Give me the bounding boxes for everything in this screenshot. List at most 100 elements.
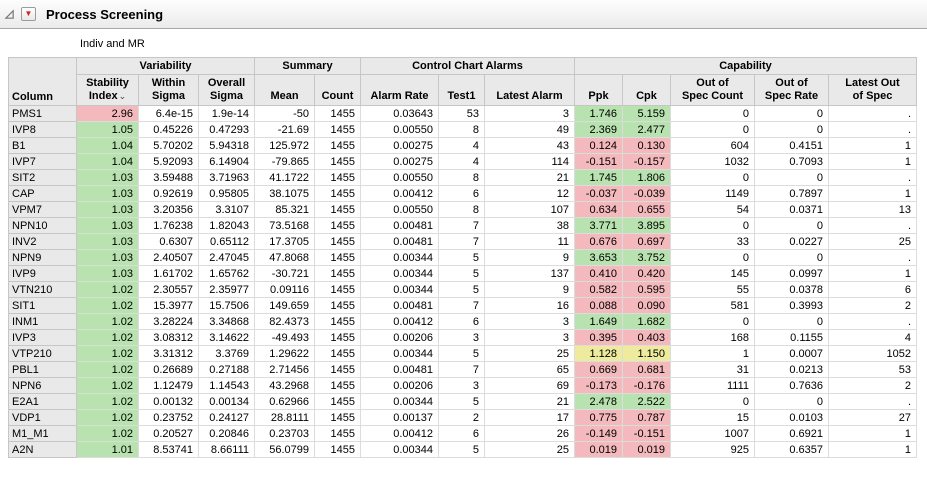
within-sigma-cell[interactable]: 2.40507	[139, 250, 199, 266]
count-cell[interactable]: 1455	[315, 250, 361, 266]
cpk-cell[interactable]: 0.655	[623, 202, 671, 218]
table-row[interactable]: E2A11.020.001320.001340.6296614550.00344…	[9, 394, 917, 410]
overall-sigma-cell[interactable]: 3.71963	[199, 170, 255, 186]
table-row[interactable]: PMS12.966.4e-151.9e-14-5014550.036435331…	[9, 106, 917, 122]
column-header-within-sigma[interactable]: Within Sigma	[139, 75, 199, 106]
latest-alarm-cell[interactable]: 3	[485, 106, 575, 122]
row-label-cell[interactable]: INV2	[9, 234, 77, 250]
row-label-cell[interactable]: VTP210	[9, 346, 77, 362]
latest-alarm-cell[interactable]: 43	[485, 138, 575, 154]
latest-alarm-cell[interactable]: 69	[485, 378, 575, 394]
row-label-cell[interactable]: VPM7	[9, 202, 77, 218]
mean-cell[interactable]: 0.62966	[255, 394, 315, 410]
latest-out-of-spec-cell[interactable]: .	[829, 218, 917, 234]
row-label-cell[interactable]: E2A1	[9, 394, 77, 410]
test1-cell[interactable]: 3	[439, 330, 485, 346]
row-label-cell[interactable]: SIT2	[9, 170, 77, 186]
latest-alarm-cell[interactable]: 17	[485, 410, 575, 426]
mean-cell[interactable]: 38.1075	[255, 186, 315, 202]
overall-sigma-cell[interactable]: 8.66111	[199, 442, 255, 458]
out-of-spec-rate-cell[interactable]: 0.0213	[755, 362, 829, 378]
out-of-spec-rate-cell[interactable]: 0	[755, 218, 829, 234]
latest-alarm-cell[interactable]: 38	[485, 218, 575, 234]
cpk-cell[interactable]: 0.403	[623, 330, 671, 346]
overall-sigma-cell[interactable]: 1.65762	[199, 266, 255, 282]
ppk-cell[interactable]: -0.149	[575, 426, 623, 442]
out-of-spec-rate-cell[interactable]: 0.0997	[755, 266, 829, 282]
table-row[interactable]: IVP81.050.452260.47293-21.6914550.005508…	[9, 122, 917, 138]
column-header-out-of-spec-rate[interactable]: Out of Spec Rate	[755, 75, 829, 106]
within-sigma-cell[interactable]: 15.3977	[139, 298, 199, 314]
alarm-rate-cell[interactable]: 0.00550	[361, 122, 439, 138]
count-cell[interactable]: 1455	[315, 298, 361, 314]
out-of-spec-rate-cell[interactable]: 0.7636	[755, 378, 829, 394]
overall-sigma-cell[interactable]: 3.3769	[199, 346, 255, 362]
cpk-cell[interactable]: 1.806	[623, 170, 671, 186]
test1-cell[interactable]: 53	[439, 106, 485, 122]
table-row[interactable]: B11.045.702025.94318125.97214550.0027544…	[9, 138, 917, 154]
within-sigma-cell[interactable]: 0.00132	[139, 394, 199, 410]
latest-out-of-spec-cell[interactable]: 1	[829, 138, 917, 154]
stability-index-cell[interactable]: 1.02	[77, 362, 139, 378]
cpk-cell[interactable]: -0.157	[623, 154, 671, 170]
test1-cell[interactable]: 8	[439, 202, 485, 218]
out-of-spec-rate-cell[interactable]: 0.0007	[755, 346, 829, 362]
ppk-cell[interactable]: 0.582	[575, 282, 623, 298]
latest-out-of-spec-cell[interactable]: 1	[829, 426, 917, 442]
within-sigma-cell[interactable]: 2.30557	[139, 282, 199, 298]
table-row[interactable]: PBL11.020.266890.271882.7145614550.00481…	[9, 362, 917, 378]
count-cell[interactable]: 1455	[315, 234, 361, 250]
row-label-cell[interactable]: B1	[9, 138, 77, 154]
stability-index-cell[interactable]: 1.02	[77, 394, 139, 410]
overall-sigma-cell[interactable]: 0.27188	[199, 362, 255, 378]
out-of-spec-count-cell[interactable]: 0	[671, 218, 755, 234]
latest-alarm-cell[interactable]: 11	[485, 234, 575, 250]
latest-alarm-cell[interactable]: 49	[485, 122, 575, 138]
test1-cell[interactable]: 2	[439, 410, 485, 426]
stability-index-cell[interactable]: 1.02	[77, 346, 139, 362]
out-of-spec-count-cell[interactable]: 145	[671, 266, 755, 282]
out-of-spec-count-cell[interactable]: 31	[671, 362, 755, 378]
stability-index-cell[interactable]: 1.02	[77, 378, 139, 394]
mean-cell[interactable]: 41.1722	[255, 170, 315, 186]
within-sigma-cell[interactable]: 6.4e-15	[139, 106, 199, 122]
overall-sigma-cell[interactable]: 1.9e-14	[199, 106, 255, 122]
count-cell[interactable]: 1455	[315, 122, 361, 138]
mean-cell[interactable]: -50	[255, 106, 315, 122]
out-of-spec-count-cell[interactable]: 1111	[671, 378, 755, 394]
cpk-cell[interactable]: 3.752	[623, 250, 671, 266]
column-header-overall-sigma[interactable]: Overall Sigma	[199, 75, 255, 106]
stability-index-cell[interactable]: 1.03	[77, 186, 139, 202]
ppk-cell[interactable]: 0.410	[575, 266, 623, 282]
latest-alarm-cell[interactable]: 21	[485, 394, 575, 410]
red-triangle-menu-button[interactable]: ▼	[21, 7, 36, 21]
stability-index-cell[interactable]: 1.05	[77, 122, 139, 138]
row-label-cell[interactable]: CAP	[9, 186, 77, 202]
table-row[interactable]: A2N1.018.537418.6611156.079914550.003445…	[9, 442, 917, 458]
table-row[interactable]: VTN2101.022.305572.359770.0911614550.003…	[9, 282, 917, 298]
ppk-cell[interactable]: 0.669	[575, 362, 623, 378]
disclosure-triangle-icon[interactable]	[3, 8, 16, 21]
mean-cell[interactable]: 2.71456	[255, 362, 315, 378]
out-of-spec-count-cell[interactable]: 168	[671, 330, 755, 346]
test1-cell[interactable]: 3	[439, 378, 485, 394]
cpk-cell[interactable]: 5.159	[623, 106, 671, 122]
column-header-count[interactable]: Count	[315, 75, 361, 106]
table-row[interactable]: SIT11.0215.397715.7506149.65914550.00481…	[9, 298, 917, 314]
row-label-cell[interactable]: NPN6	[9, 378, 77, 394]
alarm-rate-cell[interactable]: 0.00344	[361, 282, 439, 298]
stability-index-cell[interactable]: 1.03	[77, 234, 139, 250]
out-of-spec-rate-cell[interactable]: 0	[755, 106, 829, 122]
within-sigma-cell[interactable]: 1.76238	[139, 218, 199, 234]
stability-index-cell[interactable]: 1.01	[77, 442, 139, 458]
test1-cell[interactable]: 8	[439, 170, 485, 186]
latest-alarm-cell[interactable]: 9	[485, 282, 575, 298]
row-label-cell[interactable]: M1_M1	[9, 426, 77, 442]
overall-sigma-cell[interactable]: 6.14904	[199, 154, 255, 170]
alarm-rate-cell[interactable]: 0.00481	[361, 298, 439, 314]
column-header-mean[interactable]: Mean	[255, 75, 315, 106]
out-of-spec-count-cell[interactable]: 0	[671, 314, 755, 330]
ppk-cell[interactable]: -0.037	[575, 186, 623, 202]
row-label-cell[interactable]: NPN10	[9, 218, 77, 234]
alarm-rate-cell[interactable]: 0.00481	[361, 234, 439, 250]
